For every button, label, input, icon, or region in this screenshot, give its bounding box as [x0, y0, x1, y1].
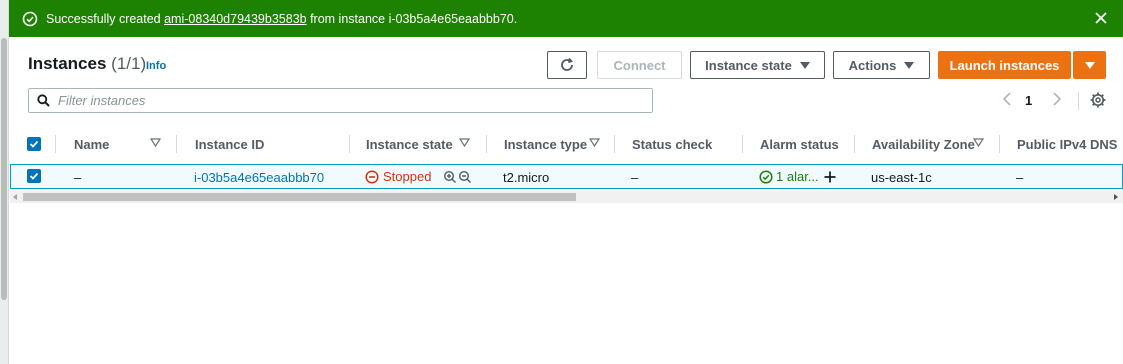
column-header-alarm-status[interactable]: Alarm status [760, 137, 839, 152]
column-divider [999, 135, 1000, 153]
flash-message: Successfully created ami-08340d79439b358… [46, 12, 517, 26]
add-alarm-icon[interactable] [823, 170, 837, 184]
column-divider [486, 135, 487, 153]
page-title-text: Instances [28, 54, 107, 73]
sort-icon[interactable] [150, 138, 161, 148]
alarm-status-text[interactable]: 1 alar... [776, 169, 819, 184]
cell-status-check: – [631, 170, 639, 185]
column-header-public-ipv4-dns[interactable]: Public IPv4 DNS [1017, 137, 1117, 152]
flash-prefix: Successfully created [46, 11, 165, 26]
column-header-status-check[interactable]: Status check [632, 137, 712, 152]
column-divider [176, 135, 177, 153]
success-flash-banner: Successfully created ami-08340d79439b358… [9, 0, 1123, 37]
connect-label: Connect [613, 57, 666, 73]
column-header-instance-id[interactable]: Instance ID [195, 137, 264, 152]
info-link[interactable]: Info [146, 60, 166, 72]
column-header-availability-zone[interactable]: Availability Zone [872, 137, 975, 152]
page-scrollbar[interactable] [0, 0, 9, 364]
search-icon [37, 94, 50, 107]
page-scrollbar-thumb[interactable] [1, 38, 7, 300]
column-divider [55, 135, 56, 153]
sort-icon[interactable] [973, 138, 984, 148]
cell-instance-state: Stopped [365, 169, 472, 184]
cell-alarm-status: 1 alar... [759, 169, 837, 184]
previous-page-icon[interactable] [1000, 90, 1014, 108]
filter-input[interactable] [58, 93, 618, 108]
sort-icon[interactable] [459, 138, 470, 148]
column-header-instance-state[interactable]: Instance state [366, 137, 453, 152]
instance-state-text: Stopped [383, 169, 432, 184]
alarm-ok-icon [759, 169, 773, 184]
column-divider [349, 135, 350, 153]
horizontal-scrollbar-thumb[interactable] [23, 193, 576, 201]
checkmark-icon [29, 172, 39, 180]
sort-icon[interactable] [589, 138, 600, 148]
flash-suffix: from instance i-03b5a4e65eaabbb70. [306, 11, 518, 26]
horizontal-scrollbar[interactable] [10, 191, 1123, 203]
cell-availability-zone: us-east-1c [871, 170, 932, 185]
launch-dropdown-button[interactable] [1073, 51, 1106, 79]
instance-count: (1/1) [111, 54, 147, 73]
column-header-instance-type[interactable]: Instance type [504, 137, 587, 152]
launch-instances-button[interactable]: Launch instances [938, 51, 1071, 79]
column-header-name[interactable]: Name [74, 137, 109, 152]
caret-down-icon [1084, 61, 1095, 69]
gear-icon[interactable] [1089, 91, 1107, 109]
cell-public-ipv4-dns: – [1016, 170, 1024, 185]
connect-button[interactable]: Connect [597, 51, 682, 79]
current-page[interactable]: 1 [1025, 93, 1032, 108]
refresh-button[interactable] [547, 51, 587, 79]
filter-instances-field[interactable] [28, 88, 653, 113]
pager-divider [1078, 92, 1079, 110]
column-divider [854, 135, 855, 153]
zoom-out-icon[interactable] [458, 170, 472, 184]
row-checkbox[interactable] [27, 169, 41, 183]
table-row[interactable]: – i-03b5a4e65eaabbb70 Stopped t2.micro –… [10, 164, 1123, 189]
column-divider [742, 135, 743, 153]
instance-state-label: Instance state [705, 57, 792, 73]
select-all-checkbox[interactable] [27, 137, 41, 151]
refresh-icon [561, 57, 574, 71]
caret-down-icon [904, 61, 915, 69]
zoom-in-icon[interactable] [443, 170, 457, 184]
instance-state-button[interactable]: Instance state [690, 51, 825, 79]
cell-instance-type: t2.micro [503, 170, 550, 185]
cell-instance-id-link[interactable]: i-03b5a4e65eaabbb70 [194, 170, 324, 185]
success-check-icon [22, 11, 38, 27]
table-header: Name Instance ID Instance state Instance… [9, 125, 1123, 163]
page-title: Instances (1/1) [28, 54, 146, 74]
stopped-icon [365, 169, 379, 184]
checkmark-icon [29, 140, 39, 148]
column-divider [614, 135, 615, 153]
next-page-icon[interactable] [1050, 90, 1064, 108]
launch-label: Launch instances [949, 57, 1060, 73]
caret-down-icon [799, 61, 810, 69]
scroll-right-icon[interactable] [1114, 194, 1118, 200]
actions-label: Actions [848, 57, 897, 73]
ami-link[interactable]: ami-08340d79439b3583b [164, 12, 307, 26]
close-icon[interactable] [1092, 9, 1110, 27]
scroll-left-icon[interactable] [13, 194, 17, 200]
cell-name: – [74, 170, 82, 185]
actions-button[interactable]: Actions [833, 51, 930, 79]
